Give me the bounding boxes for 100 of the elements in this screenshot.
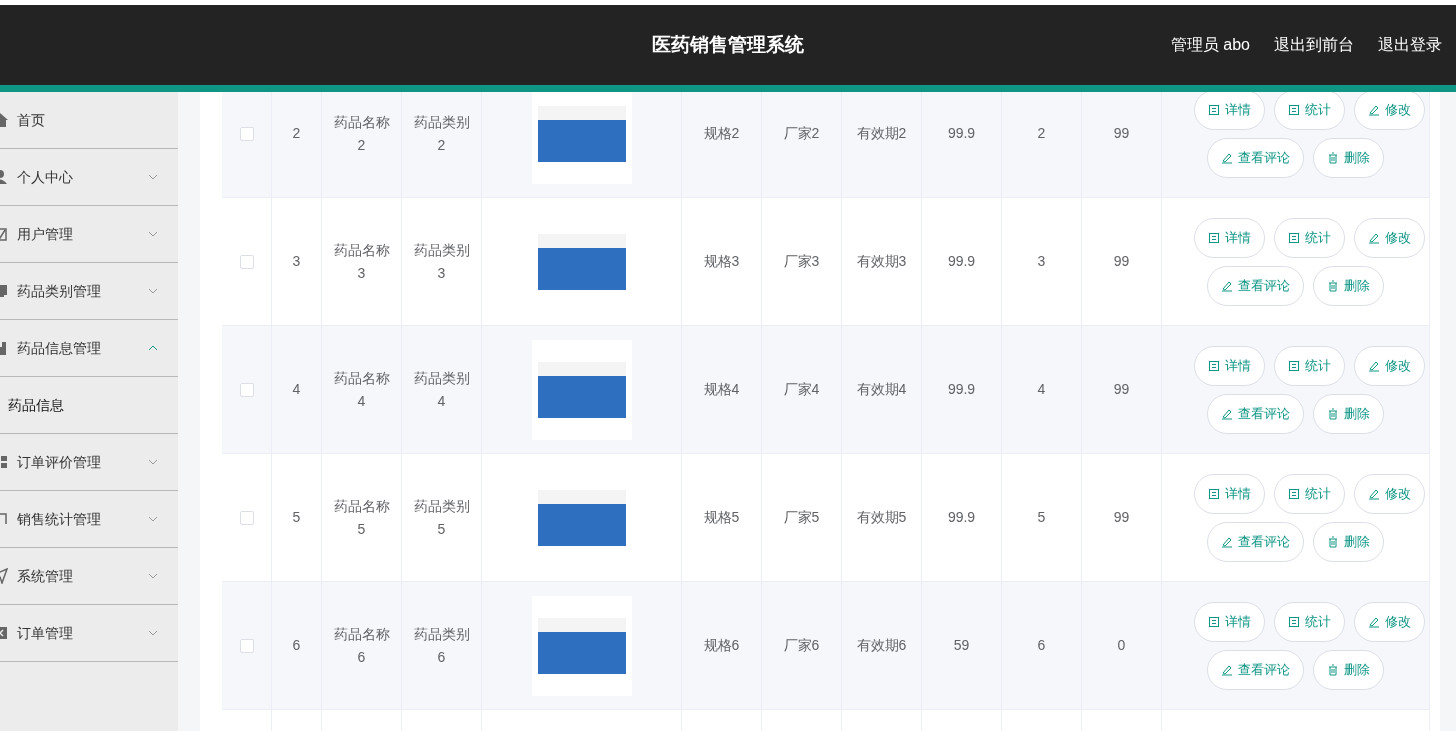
table-cell-text: 药品名称2 (332, 112, 391, 155)
action-button[interactable]: 删除 (1313, 393, 1384, 434)
table-cell-text: 6 (1036, 636, 1047, 655)
table-cell-text: 厂家3 (782, 252, 821, 271)
table-cell-text: 有效期2 (855, 124, 908, 143)
action-button[interactable]: 删除 (1313, 649, 1384, 690)
table-cell-text: 0 (1116, 636, 1127, 655)
trash-icon (1327, 279, 1339, 292)
action-button[interactable]: 修改 (1354, 92, 1425, 130)
table-cell-text: 有效期3 (855, 252, 908, 271)
row-checkbox[interactable] (239, 126, 254, 141)
pencil-icon (1221, 663, 1233, 676)
pencil-icon (1368, 231, 1380, 244)
pencil-icon (1221, 535, 1233, 548)
pencil-icon (1368, 615, 1380, 628)
table-cell-text: 99.9 (946, 252, 977, 271)
table-cell-text: 药品名称4 (332, 368, 391, 411)
table-cell-text: 药品类别5 (412, 496, 471, 539)
pencil-icon (1368, 103, 1380, 116)
table-cell-text: 5 (1036, 508, 1047, 527)
trash-icon (1327, 407, 1339, 420)
table-cell-text: 99.9 (946, 124, 977, 143)
action-button[interactable]: 修改 (1354, 473, 1425, 514)
table-cell-text: 药品名称6 (332, 624, 391, 667)
header-link[interactable]: 退出到前台 (1274, 33, 1354, 57)
table-cell-text: 有效期4 (855, 380, 908, 399)
table-cell-text: 规格2 (702, 124, 741, 143)
trash-icon (1327, 663, 1339, 676)
table-cell-text: 规格3 (702, 252, 741, 271)
table-cell-text: 3 (1036, 252, 1047, 271)
document-icon (1208, 103, 1220, 116)
table-cell-text: 药品类别2 (412, 112, 471, 155)
action-button[interactable]: 统计 (1274, 217, 1345, 258)
action-button[interactable]: 统计 (1274, 92, 1345, 130)
table-cell-text: 6 (291, 636, 302, 655)
table-cell-text: 99.9 (946, 508, 977, 527)
pencil-icon (1221, 151, 1233, 164)
document-icon (1208, 487, 1220, 500)
action-button[interactable]: 查看评论 (1207, 521, 1304, 562)
table-cell-text: 99.9 (946, 380, 977, 399)
row-checkbox[interactable] (239, 510, 254, 525)
table-cell-text: 药品类别4 (412, 368, 471, 411)
document-icon (1288, 103, 1300, 116)
pencil-icon (1368, 359, 1380, 372)
table-cell-text: 99 (1112, 252, 1131, 271)
document-icon (1208, 615, 1220, 628)
table-cell-text: 4 (1036, 380, 1047, 399)
row-checkbox[interactable] (239, 254, 254, 269)
table-cell-text: 99 (1112, 508, 1131, 527)
table-cell-text: 药品名称3 (332, 240, 391, 283)
action-button[interactable]: 查看评论 (1207, 137, 1304, 178)
header-link[interactable]: 管理员 abo (1170, 33, 1250, 57)
trash-icon (1327, 535, 1339, 548)
pencil-icon (1221, 407, 1233, 420)
action-button[interactable]: 统计 (1274, 473, 1345, 514)
document-icon (1288, 359, 1300, 372)
action-button[interactable]: 详情 (1194, 601, 1265, 642)
table-cell-text: 3 (291, 252, 302, 271)
action-button[interactable]: 详情 (1194, 345, 1265, 386)
document-icon (1288, 231, 1300, 244)
table-cell-text: 有效期6 (855, 636, 908, 655)
table-cell-text: 59 (952, 636, 971, 655)
action-button[interactable]: 查看评论 (1207, 265, 1304, 306)
table-cell-text: 99 (1112, 124, 1131, 143)
action-button[interactable]: 详情 (1194, 473, 1265, 514)
action-button[interactable]: 删除 (1313, 521, 1384, 562)
action-button[interactable]: 删除 (1313, 265, 1384, 306)
row-checkbox[interactable] (239, 382, 254, 397)
table-cell-text: 厂家6 (782, 636, 821, 655)
table-cell-text: 4 (291, 380, 302, 399)
action-button[interactable]: 修改 (1354, 601, 1425, 642)
table-cell-text: 5 (291, 508, 302, 527)
action-button[interactable]: 修改 (1354, 217, 1425, 258)
table-cell-text: 厂家4 (782, 380, 821, 399)
action-button[interactable]: 详情 (1194, 217, 1265, 258)
app-title: 医药销售管理系统 (652, 32, 804, 57)
table-cell-text: 厂家2 (782, 124, 821, 143)
table-cell-text: 药品类别3 (412, 240, 471, 283)
table-cell-text: 药品类别6 (412, 624, 471, 667)
document-icon (1288, 487, 1300, 500)
action-button[interactable]: 统计 (1274, 601, 1345, 642)
table-cell-text: 厂家5 (782, 508, 821, 527)
table-cell-text: 2 (1036, 124, 1047, 143)
action-button[interactable]: 修改 (1354, 345, 1425, 386)
pencil-icon (1221, 279, 1233, 292)
pencil-icon (1368, 487, 1380, 500)
action-button[interactable]: 查看评论 (1207, 649, 1304, 690)
table-cell-text: 规格6 (702, 636, 741, 655)
header-link[interactable]: 退出登录 (1378, 33, 1442, 57)
table-cell-text: 2 (291, 124, 302, 143)
action-button[interactable]: 删除 (1313, 137, 1384, 178)
action-button[interactable]: 详情 (1194, 92, 1265, 130)
action-button[interactable]: 查看评论 (1207, 393, 1304, 434)
document-icon (1208, 231, 1220, 244)
table-cell-text: 规格5 (702, 508, 741, 527)
trash-icon (1327, 151, 1339, 164)
table-cell-text: 药品名称5 (332, 496, 391, 539)
action-button[interactable]: 统计 (1274, 345, 1345, 386)
document-icon (1208, 359, 1220, 372)
row-checkbox[interactable] (239, 638, 254, 653)
